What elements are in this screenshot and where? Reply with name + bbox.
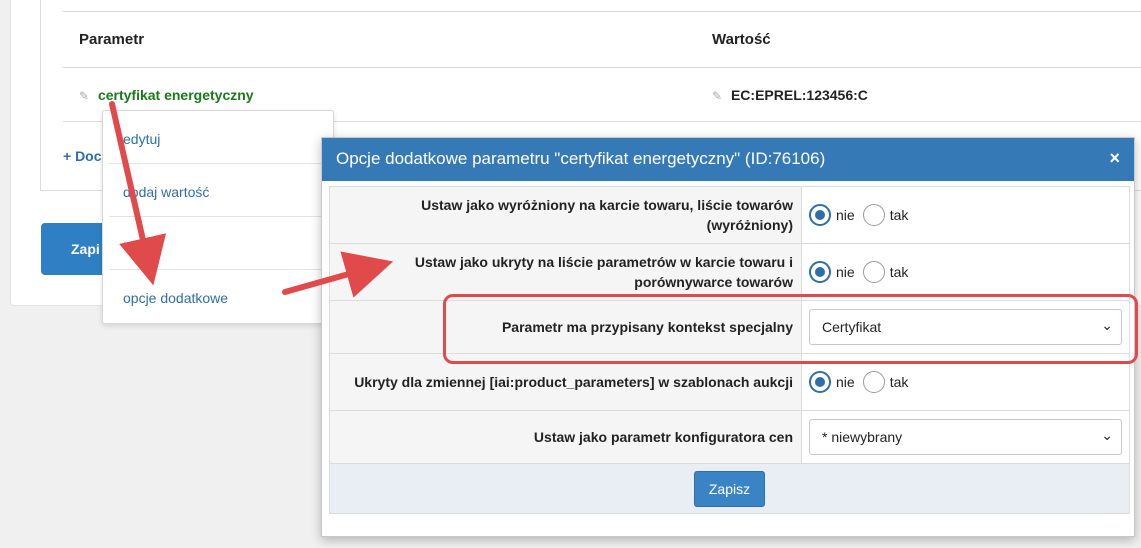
option-label: Ustaw jako wyróżniony na karcie towaru, … [329,186,802,244]
radio-label-nie: nie [836,207,855,223]
context-menu: edytuj dodaj wartość usuń opcje dodatkow… [102,110,334,324]
option-row-price-configurator: Ustaw jako parametr konfiguratora cen * … [329,410,1130,464]
radio-label-tak: tak [889,207,909,223]
parameters-table: Parametr Wartość ✎ certyfikat energetycz… [63,11,1141,122]
radio-tak[interactable] [862,204,885,226]
radio-nie[interactable] [809,261,831,283]
template-hidden-radio-group: nie tak [809,371,1129,393]
price-configurator-select[interactable]: * niewybrany ⌄ [809,419,1122,455]
option-label: Ustaw jako parametr konfiguratora cen [329,410,802,464]
radio-label-nie: nie [836,374,855,390]
radio-label-nie: nie [836,264,855,280]
radio-nie[interactable] [809,371,831,393]
menu-item-add-value[interactable]: dodaj wartość [109,164,325,217]
option-row-hidden: Ustaw jako ukryty na liście parametrów w… [329,243,1130,301]
hidden-radio-group: nie tak [809,261,1129,283]
featured-radio-group: nie tak [809,204,1129,226]
radio-nie[interactable] [809,204,831,226]
option-row-featured: Ustaw jako wyróżniony na karcie towaru, … [329,186,1130,244]
radio-tak[interactable] [862,371,885,393]
menu-item-additional-options[interactable]: opcje dodatkowe [109,270,325,323]
pencil-icon[interactable]: ✎ [79,89,89,103]
chevron-down-icon: ⌄ [1101,427,1113,443]
parameter-name-link[interactable]: certyfikat energetyczny [98,87,254,103]
highlight-box [443,294,1138,364]
option-label: Ustaw jako ukryty na liście parametrów w… [329,243,802,301]
close-icon[interactable]: × [1109,148,1120,169]
pencil-icon[interactable]: ✎ [712,89,722,103]
radio-tak[interactable] [862,261,885,283]
menu-item-edit[interactable]: edytuj [109,111,325,164]
column-header-value: Wartość [696,11,1141,68]
radio-label-tak: tak [889,264,909,280]
add-parameter-link[interactable]: + Doc [63,148,102,164]
save-button[interactable]: Zapisz [693,470,766,507]
dialog-footer: Zapisz [329,463,1130,514]
select-value: * niewybrany [822,429,903,445]
dialog-title: Opcje dodatkowe parametru "certyfikat en… [336,149,826,168]
menu-item-delete[interactable]: usuń [109,217,325,270]
dialog-header: Opcje dodatkowe parametru "certyfikat en… [322,138,1134,181]
column-header-parameter: Parametr [63,11,696,68]
parameter-value: EC:EPREL:123456:C [730,86,868,103]
radio-label-tak: tak [889,374,909,390]
